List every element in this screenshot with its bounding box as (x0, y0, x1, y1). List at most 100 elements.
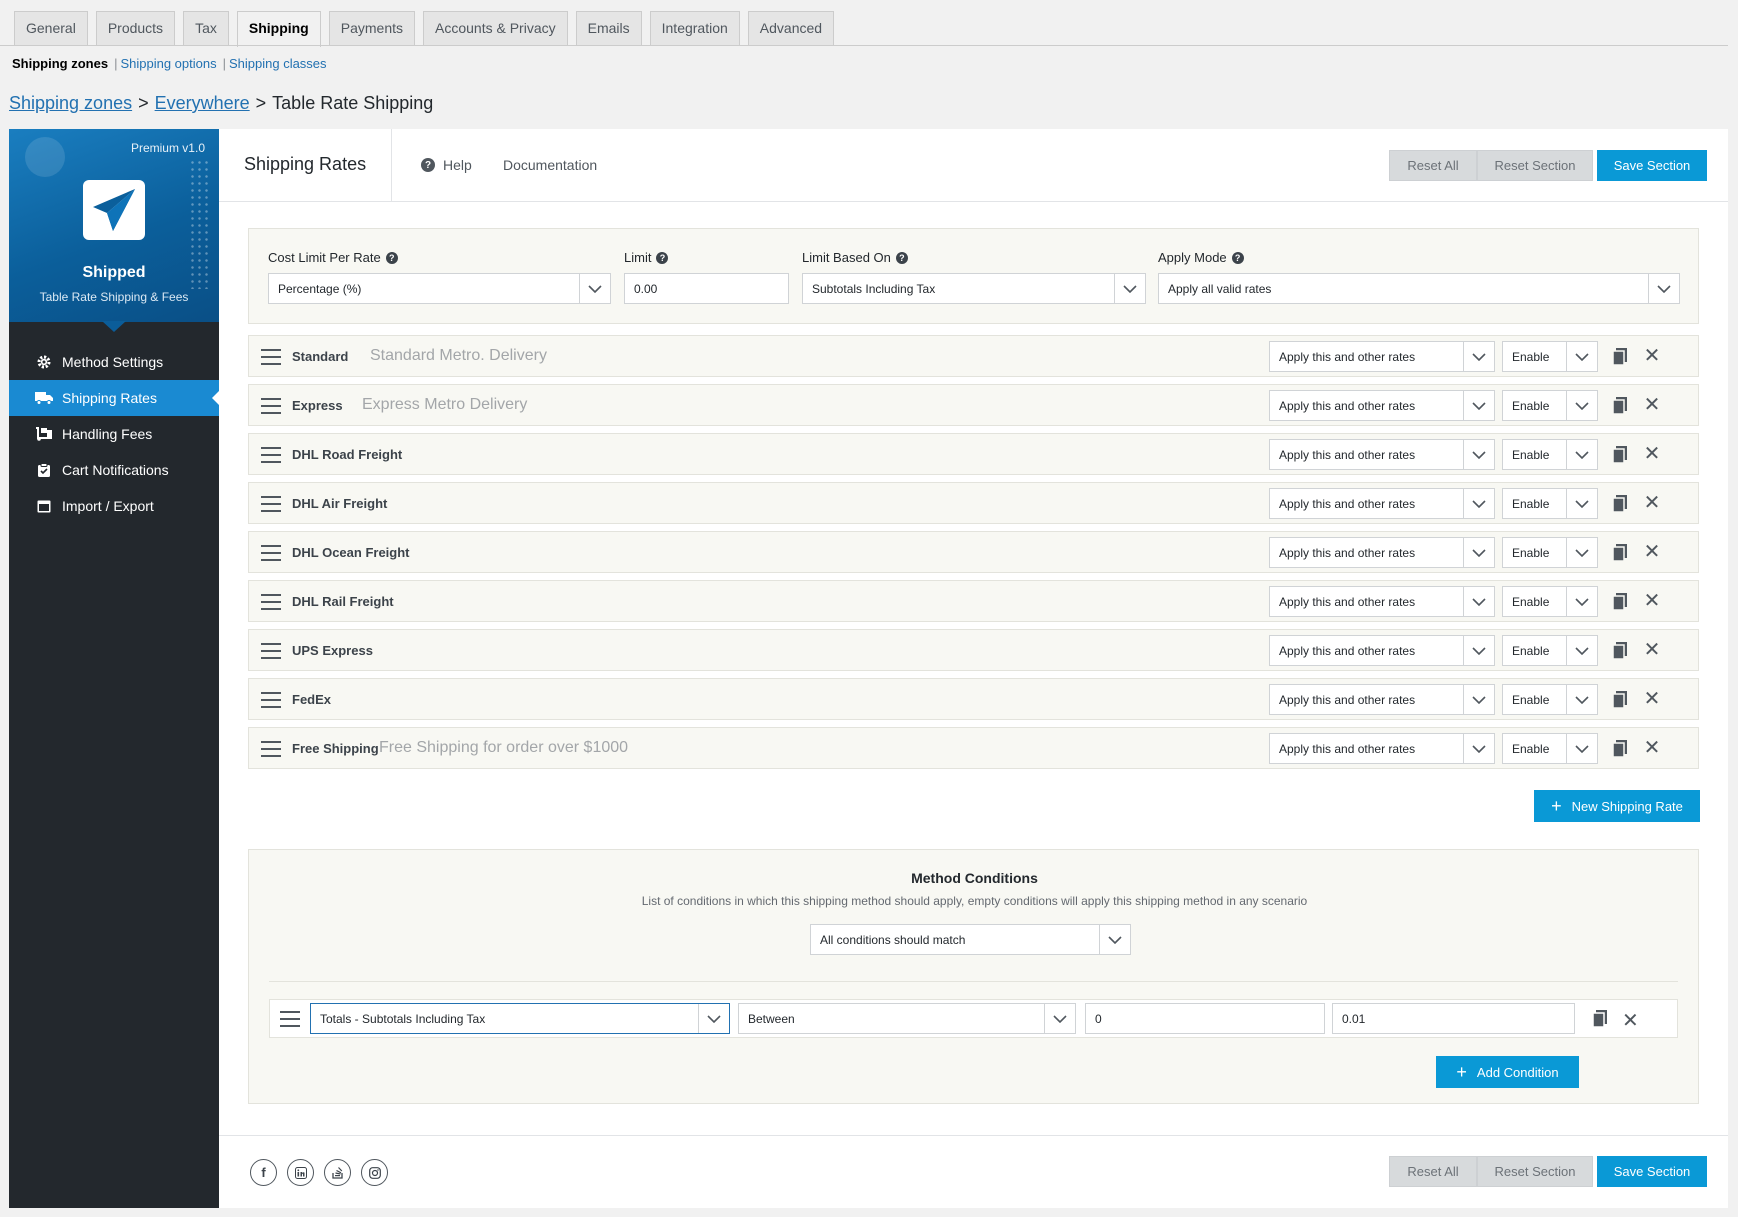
limit-based-on-select[interactable]: Subtotals Including Tax (802, 273, 1146, 304)
drag-handle-icon[interactable] (261, 496, 281, 512)
close-icon[interactable]: ✕ (1643, 738, 1661, 758)
rate-apply-mode-select[interactable]: Apply this and other rates (1269, 537, 1495, 568)
rate-apply-mode-select[interactable]: Apply this and other rates (1269, 488, 1495, 519)
drag-handle-icon[interactable] (261, 643, 281, 659)
stackoverflow-icon[interactable] (324, 1159, 351, 1186)
close-icon[interactable]: ✕ (1643, 640, 1661, 660)
rate-status-select[interactable]: Enable (1502, 733, 1598, 764)
documentation-link[interactable]: Documentation (503, 157, 597, 173)
rate-apply-mode-select[interactable]: Apply this and other rates (1269, 341, 1495, 372)
close-icon[interactable]: ✕ (1643, 689, 1661, 709)
condition-operator-select[interactable]: Between (738, 1003, 1076, 1034)
condition-field-select[interactable]: Totals - Subtotals Including Tax (310, 1003, 730, 1034)
rate-apply-mode-select[interactable]: Apply this and other rates (1269, 390, 1495, 421)
drag-handle-icon[interactable] (261, 594, 281, 610)
reset-all-button[interactable]: Reset All (1389, 150, 1477, 181)
rate-name[interactable]: Free Shipping (292, 741, 379, 756)
rate-name[interactable]: DHL Air Freight (292, 496, 387, 511)
tab-integration[interactable]: Integration (649, 11, 740, 46)
question-circle-icon[interactable]: ? (1231, 251, 1244, 264)
tab-emails[interactable]: Emails (575, 11, 642, 46)
duplicate-icon[interactable] (1612, 642, 1630, 660)
subnav-shipping-options[interactable]: Shipping options (120, 56, 216, 71)
reset-section-button[interactable]: Reset Section (1477, 150, 1593, 181)
condition-max-input[interactable]: 0.01 (1332, 1003, 1575, 1034)
duplicate-icon[interactable] (1612, 397, 1630, 415)
facebook-icon[interactable]: f (250, 1159, 277, 1186)
rate-apply-mode-select[interactable]: Apply this and other rates (1269, 586, 1495, 617)
limit-input[interactable]: 0.00 (624, 273, 789, 304)
reset-section-button[interactable]: Reset Section (1477, 1156, 1593, 1187)
question-circle-icon[interactable]: ? (656, 251, 669, 264)
sidebar-item-shipping-rates[interactable]: Shipping Rates (9, 380, 220, 416)
drag-handle-icon[interactable] (261, 741, 281, 757)
drag-handle-icon[interactable] (261, 545, 281, 561)
help-link[interactable]: ? Help (421, 157, 472, 173)
tab-general[interactable]: General (14, 11, 88, 46)
rate-apply-mode-select[interactable]: Apply this and other rates (1269, 635, 1495, 666)
duplicate-icon[interactable] (1592, 1010, 1608, 1028)
save-section-button[interactable]: Save Section (1597, 1156, 1707, 1187)
reset-all-button[interactable]: Reset All (1389, 1156, 1477, 1187)
new-shipping-rate-button[interactable]: + New Shipping Rate (1534, 790, 1700, 822)
apply-mode-select[interactable]: Apply all valid rates (1158, 273, 1680, 304)
close-icon[interactable]: ✕ (1643, 395, 1661, 415)
close-icon[interactable]: ✕ (1622, 1008, 1639, 1033)
close-icon[interactable]: ✕ (1643, 346, 1661, 366)
rate-name[interactable]: FedEx (292, 692, 331, 707)
question-circle-icon[interactable]: ? (385, 251, 398, 264)
sidebar-item-cart-notifications[interactable]: Cart Notifications (9, 452, 219, 488)
rate-apply-mode-select[interactable]: Apply this and other rates (1269, 439, 1495, 470)
sidebar-item-import-export[interactable]: Import / Export (9, 488, 219, 524)
rate-name[interactable]: DHL Rail Freight (292, 594, 394, 609)
close-icon[interactable]: ✕ (1643, 493, 1661, 513)
rate-name[interactable]: UPS Express (292, 643, 373, 658)
rate-status-select[interactable]: Enable (1502, 537, 1598, 568)
duplicate-icon[interactable] (1612, 348, 1630, 366)
tab-shipping[interactable]: Shipping (236, 11, 321, 47)
rate-status-select[interactable]: Enable (1502, 341, 1598, 372)
add-condition-button[interactable]: + Add Condition (1436, 1056, 1579, 1088)
tab-tax[interactable]: Tax (183, 11, 229, 46)
duplicate-icon[interactable] (1612, 593, 1630, 611)
linkedin-icon[interactable] (287, 1159, 314, 1186)
rate-name[interactable]: Express (292, 398, 343, 413)
breadcrumb-everywhere[interactable]: Everywhere (155, 93, 250, 113)
cost-limit-select[interactable]: Percentage (%) (268, 273, 611, 304)
rate-name[interactable]: DHL Road Freight (292, 447, 402, 462)
duplicate-icon[interactable] (1612, 740, 1630, 758)
drag-handle-icon[interactable] (261, 447, 281, 463)
condition-min-input[interactable]: 0 (1085, 1003, 1325, 1034)
condition-match-select[interactable]: All conditions should match (810, 924, 1131, 955)
rate-status-select[interactable]: Enable (1502, 586, 1598, 617)
instagram-icon[interactable] (361, 1159, 388, 1186)
drag-handle-icon[interactable] (261, 692, 281, 708)
duplicate-icon[interactable] (1612, 691, 1630, 709)
tab-products[interactable]: Products (95, 11, 176, 46)
sidebar-item-method-settings[interactable]: Method Settings (9, 344, 219, 380)
close-icon[interactable]: ✕ (1643, 542, 1661, 562)
question-circle-icon[interactable]: ? (895, 251, 908, 264)
sidebar-item-handling-fees[interactable]: Handling Fees (9, 416, 219, 452)
tab-advanced[interactable]: Advanced (747, 11, 835, 46)
tab-accounts-privacy[interactable]: Accounts & Privacy (423, 11, 568, 46)
save-section-button[interactable]: Save Section (1597, 150, 1707, 181)
duplicate-icon[interactable] (1612, 495, 1630, 513)
drag-handle-icon[interactable] (280, 1011, 300, 1027)
rate-status-select[interactable]: Enable (1502, 439, 1598, 470)
rate-status-select[interactable]: Enable (1502, 635, 1598, 666)
tab-payments[interactable]: Payments (328, 11, 415, 46)
subnav-shipping-classes[interactable]: Shipping classes (229, 56, 327, 71)
rate-status-select[interactable]: Enable (1502, 684, 1598, 715)
drag-handle-icon[interactable] (261, 398, 281, 414)
close-icon[interactable]: ✕ (1643, 591, 1661, 611)
close-icon[interactable]: ✕ (1643, 444, 1661, 464)
rate-status-select[interactable]: Enable (1502, 488, 1598, 519)
rate-name[interactable]: DHL Ocean Freight (292, 545, 410, 560)
breadcrumb-shipping-zones[interactable]: Shipping zones (9, 93, 132, 113)
duplicate-icon[interactable] (1612, 446, 1630, 464)
subnav-shipping-zones[interactable]: Shipping zones (12, 56, 108, 71)
rate-name[interactable]: Standard (292, 349, 348, 364)
rate-apply-mode-select[interactable]: Apply this and other rates (1269, 733, 1495, 764)
rate-apply-mode-select[interactable]: Apply this and other rates (1269, 684, 1495, 715)
